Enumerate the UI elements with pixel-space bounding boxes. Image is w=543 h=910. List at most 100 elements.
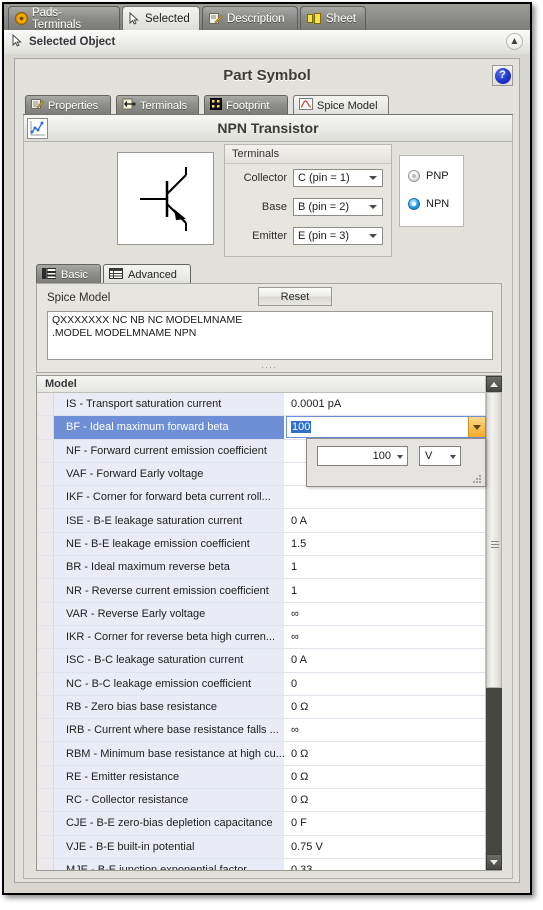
row-parameter-name: RE - Emitter resistance — [54, 765, 285, 789]
radio-npn[interactable]: NPN — [408, 198, 449, 210]
row-parameter-value[interactable]: ∞ — [285, 625, 486, 649]
table-row[interactable]: IRB - Current where base resistance fall… — [37, 719, 486, 743]
application-window: Pads-Terminals Selected Description Shee… — [0, 0, 543, 910]
table-row[interactable]: VJE - B-E built-in potential 0.75 V — [37, 835, 486, 859]
row-parameter-name: NF - Forward current emission coefficien… — [54, 439, 285, 462]
row-parameter-value[interactable]: 0 Ω — [285, 789, 486, 812]
tab-basic-label: Basic — [61, 268, 88, 281]
tab-advanced-label: Advanced — [128, 268, 177, 281]
scrollbar-thumb[interactable] — [486, 392, 502, 688]
table-row[interactable]: IKR - Corner for reverse beta high curre… — [37, 625, 486, 650]
table-row[interactable]: VAR - Reverse Early voltage ∞ — [37, 602, 486, 626]
row-parameter-value[interactable]: 0 Ω — [285, 742, 486, 765]
chevron-down-icon[interactable] — [450, 455, 456, 459]
triangle-up-icon[interactable] — [486, 376, 502, 392]
row-parameter-value[interactable]: 0 F — [285, 812, 486, 835]
model-scrollbar[interactable] — [485, 376, 502, 870]
row-parameter-value[interactable]: ∞ — [285, 602, 486, 625]
radio-pnp[interactable]: PNP — [408, 170, 449, 182]
table-row[interactable]: CJE - B-E zero-bias depletion capacitanc… — [37, 812, 486, 836]
tab-spice-model[interactable]: Spice Model — [293, 95, 389, 115]
tab-basic[interactable]: Basic — [36, 264, 101, 284]
cursor-icon — [129, 12, 141, 25]
panel-body: Part Symbol ? Properties Terminals Footp… — [4, 54, 530, 893]
chevron-down-icon[interactable] — [468, 417, 485, 438]
tab-selected[interactable]: Selected — [122, 6, 200, 30]
row-parameter-name: BR - Ideal maximum reverse beta — [54, 556, 285, 579]
device-type-group: PNP NPN — [399, 155, 464, 227]
row-parameter-value[interactable]: ∞ — [285, 719, 486, 742]
spice-model-icon — [299, 98, 313, 113]
device-header: NPN Transistor — [23, 115, 513, 142]
base-label: Base — [261, 201, 287, 213]
value-popup[interactable]: 100 V — [306, 438, 486, 487]
base-value: B (pin = 2) — [298, 201, 350, 213]
table-row[interactable]: MJE - B-E junction exponential factor0.3… — [37, 858, 486, 870]
table-row[interactable]: RB - Zero bias base resistance 0 Ω — [37, 695, 486, 720]
row-parameter-value[interactable]: 0 A — [285, 649, 486, 672]
chevron-down-icon[interactable] — [397, 455, 403, 459]
popup-unit-select[interactable]: V — [419, 446, 461, 466]
row-parameter-name: BF - Ideal maximum forward beta — [54, 416, 285, 439]
tab-sheet[interactable]: Sheet — [300, 6, 366, 30]
table-row[interactable]: NC - B-C leakage emission coefficient 0 — [37, 672, 486, 696]
tab-pads-terminals-label: Pads-Terminals — [31, 6, 82, 31]
bf-value-editor[interactable]: 100 — [286, 416, 486, 439]
row-parameter-value[interactable]: 0 — [285, 672, 486, 695]
tab-footprint[interactable]: Footprint — [204, 95, 288, 115]
spice-code-textarea[interactable]: QXXXXXXX NC NB NC MODELMNAME .MODEL MODE… — [47, 311, 493, 360]
row-parameter-value[interactable]: 0.33 — [285, 858, 486, 870]
tab-pads-terminals[interactable]: Pads-Terminals — [8, 6, 120, 31]
terminals-group-title: Terminals — [225, 145, 391, 164]
terminal-row-collector: Collector C (pin = 1) — [225, 169, 383, 187]
row-parameter-value[interactable]: 0 Ω — [285, 765, 486, 789]
row-parameter-value[interactable]: 0 Ω — [285, 695, 486, 719]
row-parameter-name: NR - Reverse current emission coefficien… — [54, 579, 285, 602]
popup-number-value: 100 — [372, 450, 391, 462]
row-gutter — [37, 486, 54, 509]
spice-model-label: Spice Model — [47, 292, 111, 304]
row-parameter-value[interactable]: 0.0001 pA — [285, 393, 486, 416]
row-parameter-value[interactable]: 0.75 V — [285, 835, 486, 858]
row-gutter — [37, 416, 54, 439]
collector-select[interactable]: C (pin = 1) — [293, 169, 383, 187]
row-parameter-value[interactable]: 0 A — [285, 509, 486, 532]
row-parameter-value[interactable]: 1 — [285, 579, 486, 602]
row-gutter — [37, 789, 54, 812]
triangle-down-icon[interactable] — [486, 854, 502, 870]
table-row[interactable]: ISC - B-C leakage saturation current 0 A — [37, 649, 486, 673]
chevron-up-double-icon[interactable]: ▲ — [506, 33, 523, 50]
row-parameter-name: IRB - Current where base resistance fall… — [54, 719, 285, 742]
table-row[interactable]: IS - Transport saturation current 0.0001 … — [37, 393, 486, 417]
row-parameter-value[interactable] — [285, 486, 486, 509]
row-gutter — [37, 556, 54, 579]
tab-advanced[interactable]: Advanced — [103, 264, 191, 284]
tab-description[interactable]: Description — [202, 6, 298, 30]
emitter-select[interactable]: E (pin = 3) — [293, 227, 383, 245]
row-gutter — [37, 602, 54, 625]
popup-number-input[interactable]: 100 — [317, 446, 408, 466]
row-gutter — [37, 672, 54, 695]
row-gutter — [37, 532, 54, 556]
tab-terminals[interactable]: Terminals — [116, 95, 199, 115]
row-parameter-name: MJE - B-E junction exponential factor — [54, 858, 285, 870]
table-row[interactable]: RE - Emitter resistance 0 Ω — [37, 765, 486, 790]
table-row[interactable]: IKF - Corner for forward beta current ro… — [37, 486, 486, 510]
help-button[interactable]: ? — [492, 65, 513, 86]
resize-grip-icon[interactable] — [472, 474, 482, 484]
top-tab-strip: Pads-Terminals Selected Description Shee… — [4, 4, 530, 31]
reset-button[interactable]: Reset — [258, 287, 332, 306]
table-row[interactable]: RC - Collector resistance 0 Ω — [37, 789, 486, 813]
table-row[interactable]: NR - Reverse current emission coefficien… — [37, 579, 486, 603]
row-parameter-value[interactable]: 1 — [285, 556, 486, 579]
table-row[interactable]: BR - Ideal maximum reverse beta 1 — [37, 556, 486, 580]
base-select[interactable]: B (pin = 2) — [293, 198, 383, 216]
table-row[interactable]: ISE - B-E leakage saturation current 0 A — [37, 509, 486, 533]
selected-object-title: Selected Object — [29, 36, 116, 48]
table-row[interactable]: NE - B-E leakage emission coefficient 1.5 — [37, 532, 486, 557]
resize-grip-icon[interactable]: ···· — [37, 363, 501, 372]
row-parameter-value[interactable]: 1.5 — [285, 532, 486, 556]
table-row[interactable]: RBM - Minimum base resistance at high cu… — [37, 742, 486, 766]
scrollbar-track[interactable] — [486, 392, 502, 854]
tab-properties[interactable]: Properties — [25, 95, 111, 115]
